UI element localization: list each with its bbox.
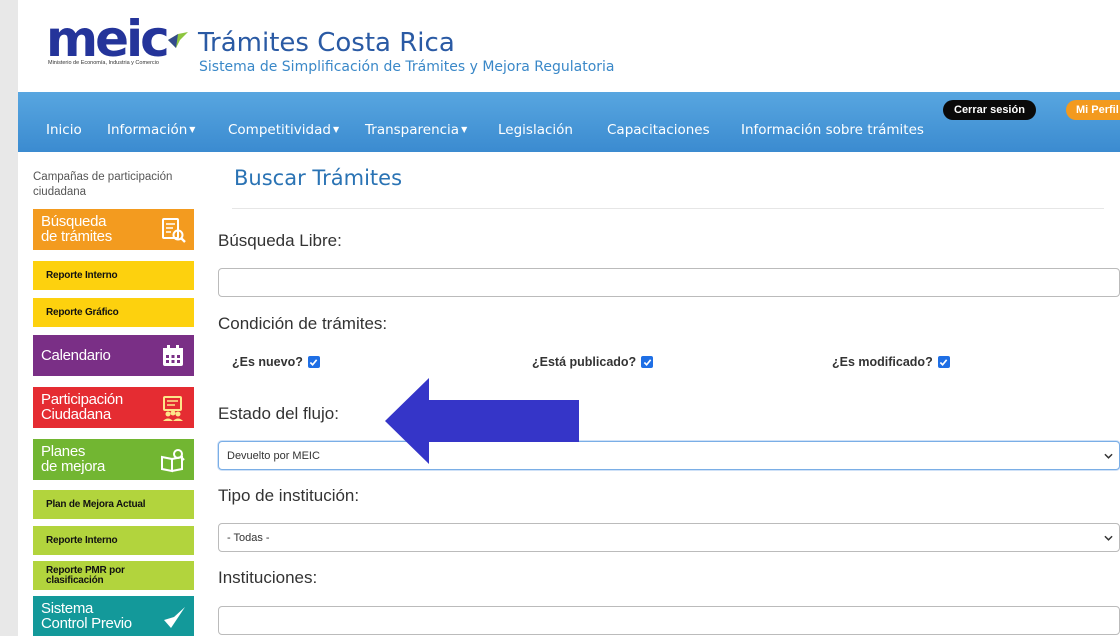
check-arrow-icon (164, 607, 185, 628)
sidebar-item-reporte-grafico[interactable]: Reporte Gráfico (33, 297, 194, 327)
sidebar-item-label: Plan de Mejora Actual (46, 498, 146, 510)
site-subtitle: Sistema de Simplificación de Trámites y … (199, 59, 615, 75)
book-search-icon (161, 449, 185, 473)
sidebar-item-busqueda-tramites[interactable]: Búsqueda de trámites (33, 208, 194, 250)
institution-type-select[interactable]: - Todas - (218, 523, 1120, 552)
sidebar-item-reporte-pmr[interactable]: Reporte PMR por clasificación (33, 560, 194, 590)
main-navbar: Inicio Información ▼ Competitividad ▼ Tran… (18, 92, 1120, 152)
nav-competitividad[interactable]: Competitividad ▼ (228, 123, 340, 138)
title-divider (232, 208, 1104, 209)
page: meic Ministerio de Economía, Industria y… (0, 0, 1120, 636)
sidebar-item-label: Reporte Gráfico (46, 306, 119, 318)
flow-state-select[interactable]: Devuelto por MEIC (218, 441, 1120, 470)
check-icon (643, 358, 651, 366)
checkbox-es-nuevo[interactable] (307, 356, 320, 368)
sidebar-item-reporte-interno[interactable]: Reporte Interno (33, 260, 194, 290)
sidebar-item-label: Planes de mejora (41, 443, 106, 475)
logout-button[interactable]: Cerrar sesión (943, 100, 1036, 120)
check-icon (310, 358, 318, 366)
nav-informacion-tramites[interactable]: Información sobre trámites (741, 123, 924, 138)
check-label: ¿Es modificado? (832, 355, 933, 369)
sidebar-item-label: Búsqueda de trámites (41, 213, 112, 245)
chevron-down-icon (1104, 535, 1113, 541)
sidebar-item-label: Sistema Control Previo (41, 600, 132, 632)
institutions-input[interactable] (218, 606, 1120, 635)
checkbox-esta-publicado[interactable] (641, 356, 654, 368)
check-es-modificado[interactable]: ¿Es modificado? (832, 355, 950, 369)
sidebar-item-planes-mejora[interactable]: Planes de mejora (33, 438, 194, 480)
logo-text: meic (46, 10, 170, 68)
flow-state-label: Estado del flujo: (218, 404, 339, 423)
flow-state-value: Devuelto por MEIC (227, 449, 320, 462)
check-esta-publicado[interactable]: ¿Está publicado? (532, 355, 654, 369)
profile-button[interactable]: Mi Perfil (1066, 100, 1120, 120)
sidebar-item-label: Participación Ciudadana (41, 391, 123, 423)
sidebar-item-label: Reporte Interno (46, 534, 118, 546)
left-gutter (0, 0, 18, 636)
logo-swoosh-icon (168, 32, 188, 48)
caret-down-icon: ▼ (189, 125, 196, 134)
caret-down-icon: ▼ (461, 125, 468, 134)
institution-type-label: Tipo de institución: (218, 486, 360, 505)
chevron-down-icon (1104, 453, 1113, 459)
check-icon (939, 358, 948, 366)
participation-icon (163, 396, 183, 421)
check-label: ¿Está publicado? (532, 355, 637, 369)
nav-legislacion[interactable]: Legislación (498, 123, 573, 138)
nav-inicio[interactable]: Inicio (46, 123, 82, 138)
sidebar-item-plan-mejora-actual[interactable]: Plan de Mejora Actual (33, 489, 194, 519)
sidebar-item-control-previo[interactable]: Sistema Control Previo (33, 595, 194, 636)
free-search-label: Búsqueda Libre: (218, 231, 342, 250)
sidebar-item-label: Calendario (41, 347, 111, 364)
checkbox-es-modificado[interactable] (937, 356, 950, 368)
check-label: ¿Es nuevo? (232, 355, 303, 369)
page-title: Buscar Trámites (234, 166, 403, 190)
site-title: Trámites Costa Rica (198, 28, 455, 58)
check-es-nuevo[interactable]: ¿Es nuevo? (232, 355, 320, 369)
meic-logo[interactable]: meic Ministerio de Economía, Industria y… (46, 14, 188, 70)
institution-type-value: - Todas - (227, 531, 270, 544)
left-arrow-icon (385, 378, 579, 464)
search-document-icon (162, 218, 186, 243)
condition-label: Condición de trámites: (218, 314, 388, 333)
sidebar-campaign-link[interactable]: Campañas de participación ciudadana (33, 170, 203, 200)
institutions-label: Instituciones: (218, 568, 318, 587)
nav-capacitaciones[interactable]: Capacitaciones (607, 123, 710, 138)
sidebar-item-reporte-interno-pm[interactable]: Reporte Interno (33, 525, 194, 555)
caret-down-icon: ▼ (332, 125, 340, 134)
nav-transparencia[interactable]: Transparencia ▼ (365, 123, 468, 138)
free-search-input[interactable] (218, 268, 1120, 297)
sidebar-item-label: Reporte PMR por clasificación (46, 564, 125, 586)
sidebar: Campañas de participación ciudadana Búsq… (30, 152, 194, 636)
sidebar-item-calendario[interactable]: Calendario (33, 334, 194, 376)
sidebar-item-label: Reporte Interno (46, 269, 118, 281)
nav-informacion[interactable]: Información ▼ (107, 123, 196, 138)
logo-subtitle: Ministerio de Economía, Industria y Come… (48, 60, 159, 66)
calendar-icon (163, 345, 183, 366)
sidebar-item-participacion-ciudadana[interactable]: Participación Ciudadana (33, 386, 194, 428)
